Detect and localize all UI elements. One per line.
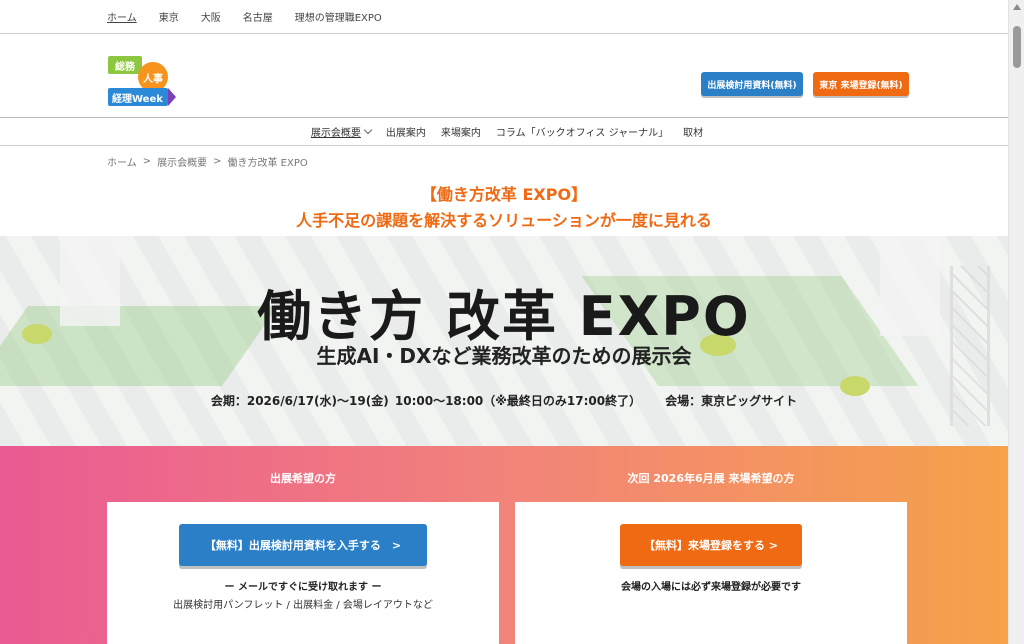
breadcrumb-overview[interactable]: 展示会概要 xyxy=(157,154,207,169)
top-link-tokyo[interactable]: 東京 xyxy=(159,9,179,24)
nav-item-exhibit[interactable]: 出展案内 xyxy=(386,124,426,139)
page-title: 【働き方改革 EXPO】 xyxy=(420,185,588,204)
exhibitor-note: ー メールですぐに受け取れます ー xyxy=(224,582,382,593)
logo-soumu: 総務 xyxy=(108,56,142,74)
exhibitor-card: 【無料】出展検討用資料を入手する > ー メールですぐに受け取れます ー 出展検… xyxy=(107,502,499,644)
page-heading: 【働き方改革 EXPO】 人手不足の課題を解決するソリューションが一度に見れる xyxy=(0,176,1008,236)
chevron-down-icon xyxy=(363,125,373,135)
top-bar: ホーム 東京 大阪 名古屋 理想の管理職EXPO xyxy=(0,0,1008,34)
top-link-osaka[interactable]: 大阪 xyxy=(201,9,221,24)
breadcrumb-separator: > xyxy=(213,155,222,167)
visitor-title: 次回 2026年6月展 来場希望の方 xyxy=(627,472,795,485)
main-nav: 展示会概要 出展案内 来場案内 コラム「バックオフィス ジャーナル」 取材 xyxy=(0,118,1008,146)
page-subtitle: 人手不足の課題を解決するソリューションが一度に見れる xyxy=(296,211,712,230)
site-logo[interactable]: 総務 人事 経理Week xyxy=(108,52,178,110)
hero-subtitle: 生成AI・DXなど業務改革のための展示会 xyxy=(316,344,692,368)
hero-info: 会期：2026/6/17(水)～19(金) 10:00～18:00（※最終日のみ… xyxy=(0,392,1008,409)
visitor-card: 【無料】来場登録をする > 会場の入場には必ず来場登録が必要です xyxy=(515,502,907,644)
exhibitor-sub-note: 出展検討用パンフレット / 出展料金 / 会場レイアウトなど xyxy=(173,600,433,611)
top-link-nagoya[interactable]: 名古屋 xyxy=(243,9,273,24)
nav-item-visit[interactable]: 来場案内 xyxy=(441,124,481,139)
cta-section: 出展希望の方 次回 2026年6月展 来場希望の方 【無料】出展検討用資料を入手… xyxy=(0,446,1008,644)
breadcrumb-separator: > xyxy=(142,155,152,167)
get-materials-button[interactable]: 【無料】出展検討用資料を入手する > xyxy=(179,524,427,566)
scroll-thumb[interactable] xyxy=(1013,26,1021,68)
breadcrumb-home[interactable]: ホーム xyxy=(107,154,137,169)
nav-item-overview-label: 展示会概要 xyxy=(310,128,361,139)
header-materials-button[interactable]: 出展検討用資料(無料) xyxy=(701,72,803,96)
logo-arrow-icon xyxy=(168,88,176,106)
top-link-manager-expo[interactable]: 理想の管理職EXPO xyxy=(295,9,382,24)
scrollbar[interactable] xyxy=(1008,0,1024,644)
logo-keiri-week: 経理Week xyxy=(108,88,168,106)
visitor-note: 会場の入場には必ず来場登録が必要です xyxy=(621,582,801,593)
nav-item-column[interactable]: コラム「バックオフィス ジャーナル」 xyxy=(496,124,668,139)
breadcrumb: ホーム > 展示会概要 > 働き方改革 EXPO xyxy=(0,146,1008,176)
nav-item-press[interactable]: 取材 xyxy=(683,124,703,139)
header-register-button[interactable]: 東京 来場登録(無料) xyxy=(813,72,909,96)
top-link-home[interactable]: ホーム xyxy=(107,9,137,24)
hero-venue: 会場：東京ビッグサイト xyxy=(665,394,798,408)
nav-item-overview[interactable]: 展示会概要 xyxy=(310,124,373,139)
hero-date: 会期：2026/6/17(水)～19(金) 10:00～18:00（※最終日のみ… xyxy=(210,394,642,408)
visitor-register-button[interactable]: 【無料】来場登録をする > xyxy=(620,524,802,566)
exhibitor-title: 出展希望の方 xyxy=(270,472,336,485)
breadcrumb-current: 働き方改革 EXPO xyxy=(227,157,308,169)
page: ホーム 東京 大阪 名古屋 理想の管理職EXPO 総務 人事 経理Week 出展… xyxy=(0,0,1008,644)
scroll-up-icon[interactable] xyxy=(1013,4,1021,10)
hero-banner: 働き方 改革 EXPO 生成AI・DXなど業務改革のための展示会 会期：2026… xyxy=(0,236,1008,446)
